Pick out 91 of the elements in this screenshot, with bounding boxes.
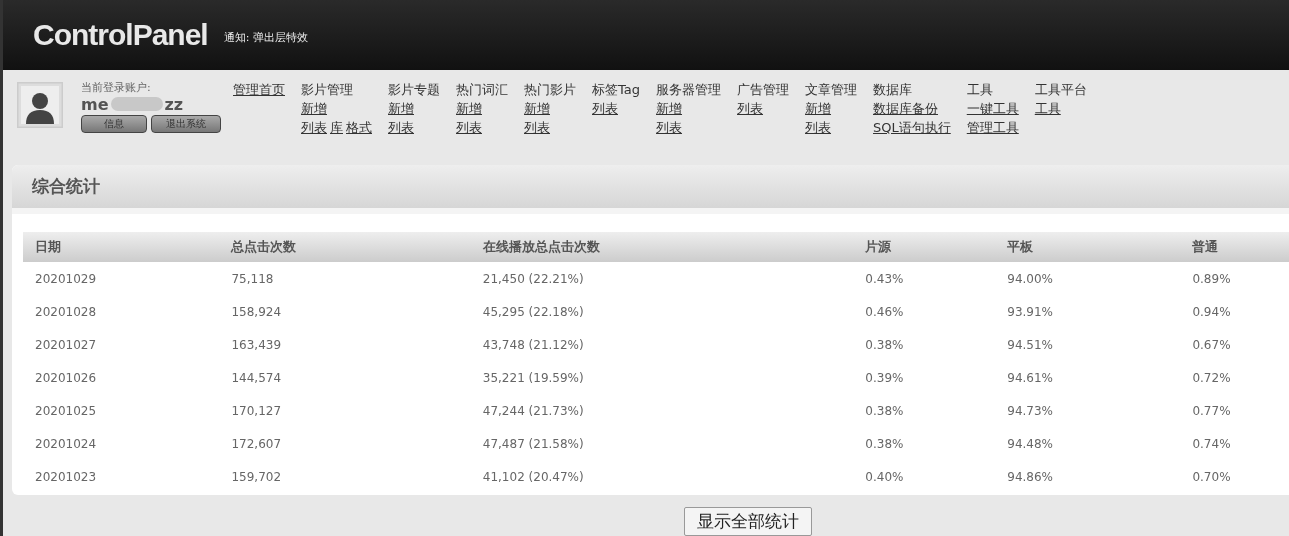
column-header: 片源 — [853, 232, 996, 262]
table-cell: 75,118 — [219, 262, 471, 295]
panel-title: 综合统计 — [32, 175, 100, 198]
table-cell: 94.00% — [995, 262, 1181, 295]
table-cell-text: 0.67% — [1191, 336, 1232, 354]
table-cell-text: 94.86% — [1006, 468, 1055, 486]
table-cell: 20201029 — [23, 262, 220, 295]
table-cell-text: 35,221 (19.59%) — [481, 369, 585, 387]
logo: ControlPanel — [33, 18, 208, 52]
table-cell-text: 144,574 — [230, 369, 283, 387]
nav-link[interactable]: 新增 — [656, 99, 682, 118]
table-cell-text: 0.40% — [864, 468, 905, 486]
table-cell: 0.43% — [853, 262, 996, 295]
table-cell-text: 94.51% — [1006, 336, 1055, 354]
table-cell-text: 163,439 — [230, 336, 283, 354]
nav-link[interactable]: 列表 — [737, 99, 763, 118]
menu-title: 工具平台 — [1034, 81, 1087, 99]
table-cell-text: 0.74% — [1191, 435, 1232, 453]
account-name: me — [81, 94, 109, 114]
table-cell-text: 158,924 — [230, 303, 283, 321]
column-header: 平板 — [995, 232, 1181, 262]
table-cell-text: 159,702 — [230, 468, 283, 486]
nav-link[interactable]: 列表 — [456, 118, 482, 137]
account-button[interactable]: 信息 — [81, 115, 147, 133]
nav-link[interactable]: 一键工具 — [966, 99, 1019, 118]
table-cell-text: 20201026 — [34, 369, 98, 387]
table-cell-text: 0.46% — [864, 303, 905, 321]
menu-title: 文章管理 — [805, 81, 857, 99]
table-cell-text: 94.73% — [1006, 402, 1055, 420]
nav-link[interactable]: 新增 — [388, 99, 414, 118]
nav-link[interactable]: 新增 — [301, 99, 327, 118]
table-cell-text: 0.39% — [864, 369, 905, 387]
table-cell-text: 0.72% — [1191, 369, 1232, 387]
column-header: 在线播放总点击次数 — [470, 232, 854, 262]
menu-title: 影片专题 — [388, 81, 440, 99]
table-cell-text: 45,295 (22.18%) — [481, 303, 585, 321]
nav-link[interactable]: 列表 — [805, 118, 831, 137]
nav-link[interactable]: 新增 — [456, 99, 482, 118]
column-header: 普通 — [1180, 232, 1289, 262]
menu-title: 热门影片 — [524, 81, 576, 99]
nav-link[interactable]: 数据库备份 — [873, 99, 938, 118]
table-cell-text: 0.77% — [1191, 402, 1232, 420]
table-cell-text: 0.70% — [1191, 468, 1232, 486]
table-cell-text: 41,102 (20.47%) — [481, 468, 585, 486]
table-cell-text: 172,607 — [230, 435, 283, 453]
menu-title: 标签Tag — [592, 81, 640, 99]
table-cell-text: 94.48% — [1006, 435, 1055, 453]
nav-link[interactable]: 列表 — [656, 118, 682, 137]
table-cell-text: 93.91% — [1006, 303, 1055, 321]
table-cell-text: 20201024 — [34, 435, 98, 453]
nav-link[interactable]: 新增 — [805, 99, 831, 118]
menu-title: 广告管理 — [737, 81, 789, 99]
account-button[interactable]: 退出系统 — [151, 115, 221, 133]
nav-link[interactable]: 列表 — [388, 118, 414, 137]
nav-link[interactable]: 工具 — [1034, 99, 1061, 118]
table-cell-text: 170,127 — [230, 402, 283, 420]
notice-text: 通知: 弹出层特效 — [223, 29, 308, 45]
nav-link[interactable]: 管理工具 — [966, 118, 1019, 137]
avatar-icon — [17, 82, 63, 128]
table-cell-text: 43,748 (21.12%) — [481, 336, 585, 354]
account-label: 当前登录账户: — [81, 80, 152, 95]
table-cell-text: 0.38% — [864, 402, 905, 420]
table-cell-text: 47,487 (21.58%) — [481, 435, 585, 453]
menu-title: 服务器管理 — [656, 81, 721, 99]
menu-title: 数据库 — [873, 81, 913, 99]
table-cell-text: 0.38% — [864, 336, 905, 354]
nav-link[interactable]: 列表 — [592, 99, 618, 118]
table-cell-text: 0.94% — [1191, 303, 1232, 321]
nav-link[interactable]: 管理首页 — [233, 80, 285, 99]
menu-title: 热门词汇 — [456, 81, 508, 99]
table-cell-text: 20201025 — [34, 402, 98, 420]
nav-link[interactable]: 列表 — [301, 118, 327, 137]
nav-link[interactable]: 库 — [330, 118, 343, 137]
table-cell-text: 20201028 — [34, 303, 98, 321]
nav-link[interactable]: 新增 — [524, 99, 550, 118]
table-cell-text: 20201023 — [34, 468, 98, 486]
column-header: 日期 — [23, 232, 220, 262]
table-cell-text: 0.38% — [864, 435, 905, 453]
account-name: zz — [164, 94, 184, 114]
table-cell: 0.89% — [1180, 262, 1289, 295]
menu-title: 工具 — [966, 81, 994, 99]
column-header: 总点击次数 — [219, 232, 471, 262]
nav-link[interactable]: 格式 — [346, 118, 372, 137]
table-cell: 21,450 (22.21%) — [470, 262, 854, 295]
table-cell-text: 47,244 (21.73%) — [481, 402, 585, 420]
nav-link[interactable]: 列表 — [524, 118, 550, 137]
nav-link[interactable]: SQL语句执行 — [873, 118, 951, 137]
show-all-button[interactable]: 显示全部统计 — [684, 507, 812, 536]
table-cell-text: 94.61% — [1006, 369, 1055, 387]
menu-title: 影片管理 — [301, 81, 354, 99]
table-cell-text: 20201027 — [34, 336, 98, 354]
